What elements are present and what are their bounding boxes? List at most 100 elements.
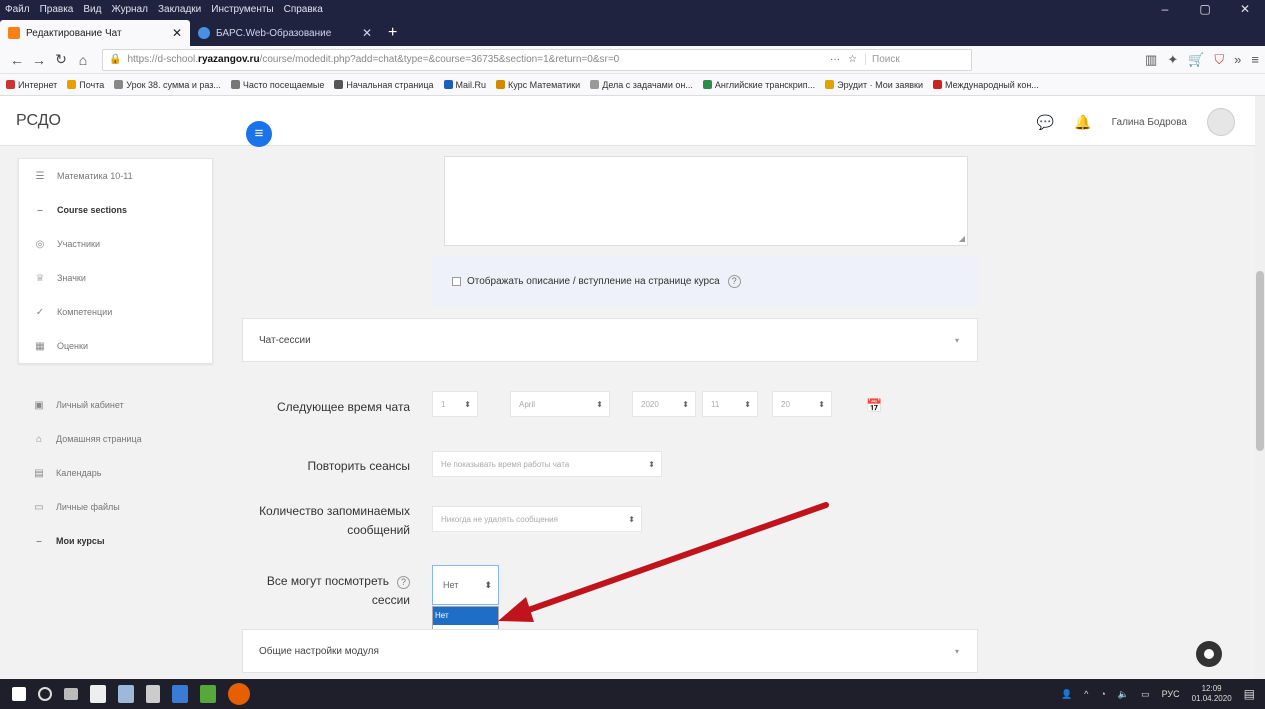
app-icon[interactable]: [172, 685, 188, 703]
tab-edit-chat[interactable]: Редактирование Чат ✕: [0, 20, 190, 46]
users-icon: ◎: [35, 238, 45, 250]
option-no[interactable]: Нет: [433, 607, 498, 625]
bookmark-item[interactable]: Эрудит · Мои заявки: [825, 80, 923, 90]
help-icon[interactable]: ?: [727, 274, 741, 288]
library-icon[interactable]: ▥: [1145, 52, 1157, 68]
calendar-icon[interactable]: 📅: [866, 398, 882, 414]
bookmark-item[interactable]: Mail.Ru: [443, 80, 486, 90]
file-icon: ▭: [34, 501, 44, 513]
close-window-button[interactable]: ✕: [1225, 2, 1265, 16]
maximize-button[interactable]: ▢: [1185, 2, 1225, 16]
scrollbar-thumb[interactable]: [1256, 271, 1264, 451]
overflow-icon[interactable]: »: [1234, 52, 1241, 68]
bookmark-star-icon[interactable]: ☆: [848, 54, 857, 65]
sidebar-item-competencies[interactable]: ✓ Компетенции: [19, 295, 212, 329]
bookmark-item[interactable]: Часто посещаемые: [230, 80, 324, 90]
month-select[interactable]: April ⬍: [510, 391, 610, 417]
menu-history[interactable]: Журнал: [106, 4, 153, 15]
reload-icon[interactable]: ↻: [50, 51, 72, 68]
menu-help[interactable]: Справка: [279, 4, 328, 15]
sidebar-item-private-files[interactable]: ▭ Личные файлы: [18, 490, 213, 524]
year-select[interactable]: 2020 ⬍: [632, 391, 696, 417]
app-green-icon[interactable]: [200, 685, 216, 703]
sidebar-item-participants[interactable]: ◎ Участники: [19, 227, 212, 261]
messages-icon[interactable]: 💬: [1037, 114, 1054, 131]
menu-icon[interactable]: ≡: [1251, 52, 1259, 68]
toolbar-extensions: ▥ ✦ 🛒 ⛉ » ≡: [1145, 52, 1259, 68]
close-tab-icon[interactable]: ✕: [362, 26, 372, 40]
bookmark-item[interactable]: Курс Математики: [496, 80, 580, 90]
menu-bookmarks[interactable]: Закладки: [153, 4, 206, 15]
firefox-icon[interactable]: [228, 683, 250, 705]
menu-view[interactable]: Вид: [78, 4, 106, 15]
menu-tools[interactable]: Инструменты: [206, 4, 278, 15]
extension-icon[interactable]: ✦: [1167, 52, 1178, 68]
bookmark-item[interactable]: Английские транскрип...: [702, 80, 815, 90]
clock[interactable]: 12:09 01.04.2020: [1192, 684, 1232, 704]
close-tab-icon[interactable]: ✕: [172, 26, 182, 40]
notifications-icon[interactable]: 🔔: [1074, 114, 1091, 131]
sidebar-item-calendar[interactable]: ▤ Календарь: [18, 456, 213, 490]
menu-file[interactable]: Файл: [0, 4, 35, 15]
calculator-icon[interactable]: [146, 685, 160, 703]
bookmark-item[interactable]: Международный кон...: [933, 80, 1039, 90]
sidebar-item-grades[interactable]: ▦ Оценки: [19, 329, 212, 363]
bookmark-item[interactable]: Дела с задачами он...: [590, 80, 693, 90]
cart-icon[interactable]: 🛒: [1188, 52, 1204, 68]
explorer-icon[interactable]: [118, 685, 134, 703]
network-icon[interactable]: ◔: [1100, 689, 1105, 699]
page-actions-icon[interactable]: ···: [830, 54, 840, 65]
bookmark-item[interactable]: Урок 38. сумма и раз...: [114, 80, 221, 90]
help-fab-button[interactable]: [1196, 641, 1222, 667]
notification-center-icon[interactable]: ▤: [1244, 687, 1255, 701]
help-icon[interactable]: ?: [397, 576, 410, 589]
tab-bars-web[interactable]: БАРС.Web-Образование ✕: [190, 20, 380, 46]
sidebar-item-badges[interactable]: ♕ Значки: [19, 261, 212, 295]
section-chat-sessions[interactable]: Чат-сессии ▾: [242, 318, 978, 362]
shield-icon[interactable]: ⛉: [1214, 52, 1224, 68]
sidebar-item-course-sections[interactable]: – Course sections: [19, 193, 212, 227]
store-icon[interactable]: [90, 685, 106, 703]
hour-select[interactable]: 11 ⬍: [702, 391, 758, 417]
volume-icon[interactable]: 🔈: [1118, 689, 1129, 700]
sidebar-item-dashboard[interactable]: ▣ Личный кабинет: [18, 388, 213, 422]
site-nav-card: ▣ Личный кабинет ⌂ Домашняя страница ▤ Кале…: [18, 388, 213, 558]
back-icon[interactable]: ←: [6, 52, 28, 68]
user-name[interactable]: Галина Бодрова: [1112, 117, 1187, 128]
url-bar[interactable]: 🔒 https://d-school.ryazangov.ru/course/m…: [102, 48, 972, 71]
menu-edit[interactable]: Правка: [35, 4, 79, 15]
main-form: ◢ Отображать описание / вступление на ст…: [232, 146, 1232, 679]
sidebar-item-my-courses[interactable]: – Мои курсы: [18, 524, 213, 558]
search-input[interactable]: Поиск: [865, 54, 965, 65]
new-tab-button[interactable]: +: [380, 20, 405, 46]
sidebar-item-home[interactable]: ⌂ Домашняя страница: [18, 422, 213, 456]
repeat-sessions-select[interactable]: Не показывать время работы чата ⬍: [432, 451, 662, 477]
forward-icon[interactable]: →: [28, 52, 50, 68]
task-view-icon[interactable]: [64, 688, 78, 700]
language-indicator[interactable]: РУС: [1162, 689, 1180, 699]
home-icon[interactable]: ⌂: [72, 52, 94, 68]
avatar[interactable]: [1207, 108, 1235, 136]
resize-grip-icon[interactable]: ◢: [959, 234, 965, 243]
bookmark-item[interactable]: Начальная страница: [334, 80, 434, 90]
show-description-checkbox[interactable]: [452, 276, 461, 286]
search-icon[interactable]: [38, 687, 52, 701]
view-sessions-select[interactable]: Нет ⬍: [432, 565, 499, 605]
description-textarea[interactable]: ◢: [444, 156, 968, 246]
day-select[interactable]: 1 ⬍: [432, 391, 478, 417]
people-icon[interactable]: 👤: [1061, 689, 1072, 700]
tray-expand-icon[interactable]: ^: [1084, 689, 1088, 699]
site-brand[interactable]: РСДО: [16, 112, 61, 130]
windows-start-icon[interactable]: [12, 687, 26, 701]
page-scrollbar[interactable]: [1255, 96, 1265, 679]
bookmark-item[interactable]: Почта: [67, 80, 104, 90]
keep-messages-label: Количество запоминаемых сообщений: [259, 504, 410, 537]
drawer-toggle-button[interactable]: ≡: [246, 121, 272, 147]
keyboard-icon[interactable]: ▭: [1141, 689, 1150, 700]
minute-select[interactable]: 20 ⬍: [772, 391, 832, 417]
keep-messages-select[interactable]: Никогда не удалять сообщения ⬍: [432, 506, 642, 532]
sidebar-item-course[interactable]: ☰ Математика 10-11: [19, 159, 212, 193]
section-general-settings[interactable]: Общие настройки модуля ▾: [242, 629, 978, 673]
bookmark-item[interactable]: Интернет: [6, 80, 57, 90]
minimize-button[interactable]: –: [1145, 2, 1185, 16]
